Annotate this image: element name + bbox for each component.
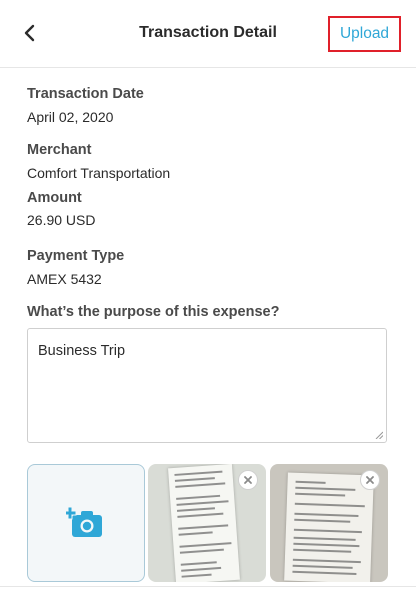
transaction-date-label: Transaction Date xyxy=(27,86,144,102)
close-icon xyxy=(366,476,374,484)
remove-attachment-button[interactable] xyxy=(360,470,380,490)
receipt-thumbnail[interactable] xyxy=(270,464,388,582)
merchant-label: Merchant xyxy=(27,142,92,158)
receipt-thumbnail[interactable] xyxy=(148,464,266,582)
resize-grip-icon[interactable] xyxy=(375,431,383,439)
transaction-date-value: April 02, 2020 xyxy=(27,109,114,125)
receipt-image xyxy=(284,472,374,582)
navigation-header: Transaction Detail Upload xyxy=(0,0,416,68)
remove-attachment-button[interactable] xyxy=(238,470,258,490)
purpose-question-label: What’s the purpose of this expense? xyxy=(27,304,280,320)
amount-label: Amount xyxy=(27,190,82,206)
upload-button[interactable]: Upload xyxy=(328,16,401,52)
merchant-value: Comfort Transportation xyxy=(27,165,171,181)
close-icon xyxy=(244,476,252,484)
amount-value: 26.90 USD xyxy=(27,212,96,228)
purpose-textarea[interactable]: Business Trip xyxy=(27,328,387,443)
payment-type-value: AMEX 5432 xyxy=(27,271,102,287)
add-photo-button[interactable] xyxy=(27,464,145,582)
back-button[interactable] xyxy=(18,20,42,46)
add-photo-camera-icon xyxy=(66,506,102,537)
chevron-left-icon xyxy=(24,24,35,42)
bottom-divider xyxy=(0,586,416,587)
payment-type-label: Payment Type xyxy=(27,248,125,264)
receipt-image xyxy=(168,464,240,582)
purpose-text: Business Trip xyxy=(38,343,126,359)
